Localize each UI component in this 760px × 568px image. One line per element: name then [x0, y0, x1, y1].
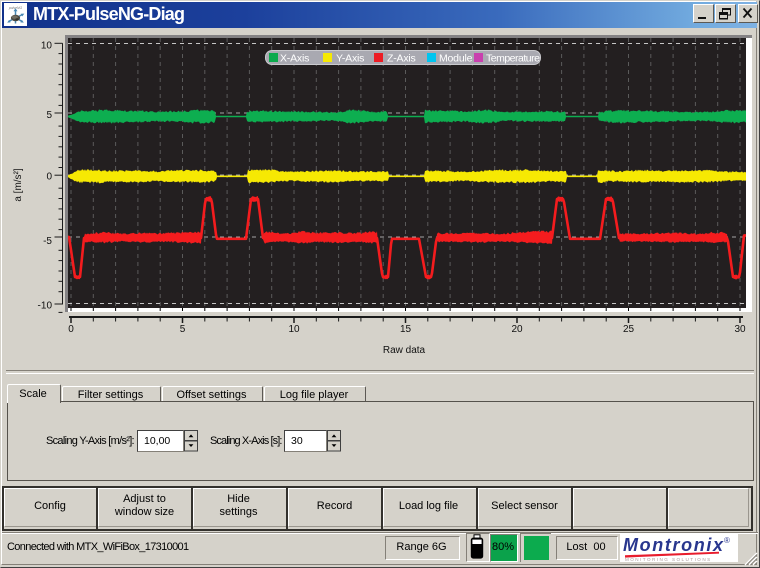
- svg-text:-5: -5: [43, 236, 52, 247]
- svg-text:20: 20: [511, 324, 523, 335]
- svg-text:15: 15: [400, 324, 412, 335]
- svg-text:30: 30: [734, 324, 746, 335]
- svg-text:-10: -10: [38, 301, 53, 312]
- svg-text:Raw data: Raw data: [383, 345, 426, 356]
- svg-text:Montronix: Montronix: [623, 535, 724, 555]
- svg-text:0: 0: [68, 324, 74, 335]
- svg-text:5: 5: [46, 110, 52, 121]
- svg-text:MONITORING SOLUTIONS: MONITORING SOLUTIONS: [625, 557, 712, 562]
- svg-text:a [m/s²]: a [m/s²]: [13, 168, 24, 202]
- svg-text:25: 25: [623, 324, 635, 335]
- svg-text:5: 5: [180, 324, 186, 335]
- svg-text:10: 10: [41, 41, 53, 52]
- svg-text:0: 0: [46, 172, 52, 183]
- svg-text:®: ®: [724, 536, 730, 545]
- svg-text:10: 10: [288, 324, 300, 335]
